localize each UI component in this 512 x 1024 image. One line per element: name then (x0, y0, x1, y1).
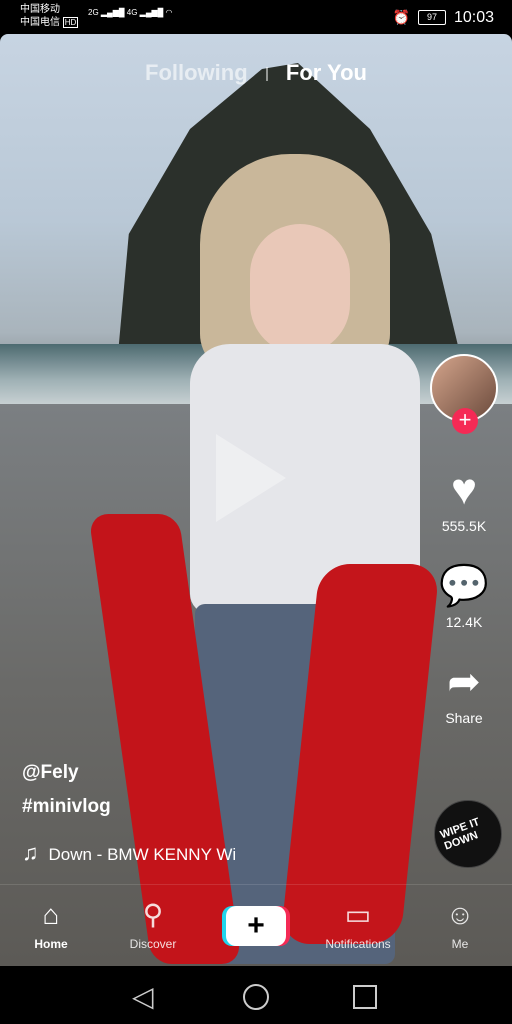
feed-tabs: Following For You (0, 60, 512, 86)
nav-me[interactable]: ☺ Me (410, 899, 510, 951)
tab-divider (265, 67, 268, 82)
share-icon[interactable]: ➦ (424, 658, 504, 706)
network-indicators: 2G ▂▄▆█ 4G ▂▄▆█ ◠ (88, 8, 173, 17)
battery-indicator: 97 (418, 10, 446, 25)
create-button[interactable]: + (226, 906, 286, 946)
nav-home-label: Home (34, 937, 68, 951)
system-nav-bar: ◁ (0, 966, 512, 1024)
music-track[interactable]: ♫ Down - BMW KENNY Wi (22, 840, 282, 866)
hd-badge: HD (62, 17, 79, 28)
video-caption: @Fely #minivlog (22, 762, 111, 818)
share-label: Share (445, 710, 483, 726)
creator-avatar[interactable]: + (430, 354, 498, 434)
music-title: Down - BMW KENNY Wi (48, 845, 237, 864)
like-count: 555.5K (441, 518, 487, 534)
clock: 10:03 (453, 9, 494, 26)
net-4g: 4G (126, 8, 138, 17)
like-action[interactable]: ♥ 555.5K (424, 466, 504, 535)
home-circle-icon[interactable] (243, 984, 269, 1010)
net-2g: 2G (88, 8, 99, 17)
subject-face (250, 224, 350, 354)
home-icon: ⌂ (42, 899, 60, 930)
comment-action[interactable]: 💬 12.4K (424, 562, 504, 630)
search-icon: ⚲ (142, 899, 164, 930)
status-bar: 中国移动 中国电信 HD 2G ▂▄▆█ 4G ▂▄▆█ ◠ ⏰ 97 10:0… (0, 0, 512, 34)
notifications-icon: ▭ (344, 899, 372, 930)
follow-button[interactable]: + (452, 408, 478, 434)
share-action[interactable]: ➦ Share (424, 658, 504, 726)
disc-label: WIPE IT DOWN (438, 815, 482, 853)
play-icon[interactable] (216, 434, 286, 522)
music-disc[interactable]: WIPE IT DOWN (434, 800, 502, 868)
nav-discover[interactable]: ⚲ Discover (103, 899, 203, 951)
nav-home[interactable]: ⌂ Home (1, 899, 101, 951)
tab-following[interactable]: Following (145, 60, 248, 85)
carrier-1: 中国移动 (20, 4, 60, 15)
tab-for-you[interactable]: For You (286, 60, 367, 85)
back-icon[interactable]: ◁ (132, 980, 154, 1013)
comment-count: 12.4K (445, 614, 483, 630)
carrier-info: 中国移动 中国电信 HD (20, 3, 79, 29)
comment-icon[interactable]: 💬 (424, 562, 504, 610)
nav-notifications-label: Notifications (325, 937, 391, 951)
creator-username[interactable]: @Fely (22, 762, 111, 784)
recent-apps-icon[interactable] (353, 985, 377, 1009)
profile-icon: ☺ (445, 899, 475, 930)
heart-icon[interactable]: ♥ (424, 466, 504, 514)
nav-notifications[interactable]: ▭ Notifications (308, 899, 408, 951)
alarm-icon: ⏰ (392, 9, 410, 25)
wifi-icon: ◠ (165, 8, 173, 17)
carrier-2: 中国电信 (20, 17, 60, 28)
caption-hashtag[interactable]: #minivlog (22, 796, 111, 818)
nav-discover-label: Discover (129, 937, 177, 951)
action-column: + ♥ 555.5K 💬 12.4K ➦ Share (424, 354, 504, 726)
music-note-icon: ♫ (22, 840, 39, 865)
nav-me-label: Me (451, 937, 469, 951)
